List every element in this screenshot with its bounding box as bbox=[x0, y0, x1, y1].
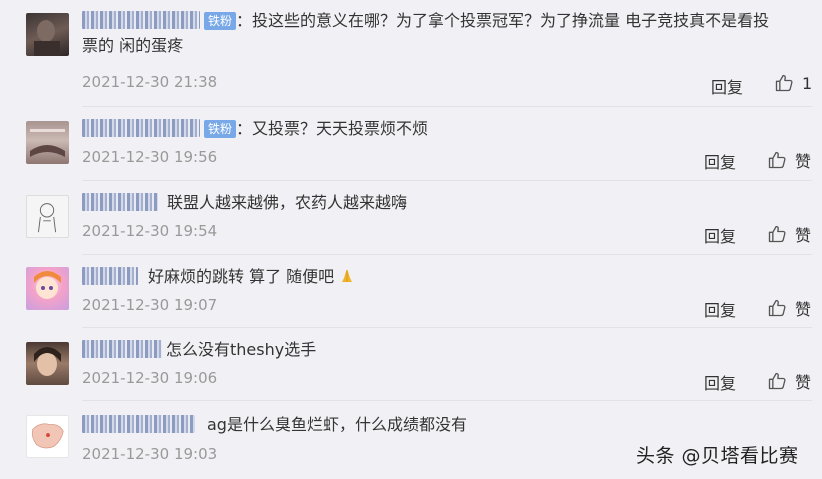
like-label: 赞 bbox=[795, 226, 812, 245]
like-label: 赞 bbox=[795, 152, 812, 171]
thumbs-up-icon bbox=[767, 298, 787, 318]
comment-text: 联盟人越来越佛，农药人越来越嗨 bbox=[82, 190, 802, 215]
reply-button[interactable]: 回复 bbox=[711, 74, 743, 98]
comment-text: 铁粉 ：又投票？天天投票烦不烦 bbox=[82, 116, 802, 141]
avatar[interactable] bbox=[26, 267, 69, 310]
thumbs-up-icon bbox=[767, 150, 787, 170]
fan-badge: 铁粉 bbox=[204, 120, 237, 138]
comment-item: 好麻烦的跳转 算了 随便吧 2021-12-30 19:07 回复 赞 bbox=[0, 255, 822, 328]
praying-hands-icon bbox=[339, 266, 355, 282]
comment-body: 怎么没有theshy选手 bbox=[166, 340, 317, 359]
comment-body: 联盟人越来越佛，农药人越来越嗨 bbox=[167, 193, 408, 212]
timestamp: 2021-12-30 19:54 bbox=[82, 222, 218, 240]
comment-body: 好麻烦的跳转 算了 随便吧 bbox=[148, 267, 335, 286]
like-count: 1 bbox=[802, 73, 813, 93]
avatar[interactable] bbox=[26, 415, 69, 458]
timestamp: 2021-12-30 19:56 bbox=[82, 148, 218, 166]
reply-button[interactable]: 回复 bbox=[704, 297, 736, 321]
comment-body: ：又投票？天天投票烦不烦 bbox=[236, 119, 429, 138]
username[interactable] bbox=[82, 119, 200, 137]
comment-text: 怎么没有theshy选手 bbox=[82, 337, 802, 362]
avatar[interactable] bbox=[26, 342, 69, 385]
comment-item: 铁粉 ：又投票？天天投票烦不烦 2021-12-30 19:56 回复 赞 bbox=[0, 107, 822, 181]
watermark: 头条 @贝塔看比赛 bbox=[636, 445, 799, 467]
like-label: 赞 bbox=[795, 300, 812, 319]
timestamp: 2021-12-30 19:07 bbox=[82, 296, 218, 314]
timestamp: 2021-12-30 21:38 bbox=[82, 73, 218, 91]
username[interactable] bbox=[82, 415, 195, 433]
timestamp: 2021-12-30 19:03 bbox=[82, 445, 218, 463]
username[interactable] bbox=[82, 11, 200, 29]
thumbs-up-icon bbox=[767, 371, 787, 391]
like-button[interactable]: 赞 bbox=[767, 296, 811, 320]
like-label: 赞 bbox=[795, 373, 812, 392]
avatar[interactable] bbox=[26, 195, 69, 238]
comment-item: 联盟人越来越佛，农药人越来越嗨 2021-12-30 19:54 回复 赞 bbox=[0, 181, 822, 255]
thumbs-up-icon bbox=[774, 73, 794, 93]
like-button[interactable]: 赞 bbox=[767, 148, 811, 172]
comment-text: ag是什么臭鱼烂虾，什么成绩都没有 bbox=[82, 412, 802, 437]
username[interactable] bbox=[82, 340, 162, 358]
reply-button[interactable]: 回复 bbox=[704, 149, 736, 173]
reply-button[interactable]: 回复 bbox=[704, 223, 736, 247]
timestamp: 2021-12-30 19:06 bbox=[82, 369, 218, 387]
username[interactable] bbox=[82, 193, 158, 211]
fan-badge: 铁粉 bbox=[204, 12, 237, 30]
comment-item: 怎么没有theshy选手 2021-12-30 19:06 回复 赞 bbox=[0, 328, 822, 401]
avatar[interactable] bbox=[26, 13, 69, 56]
comment-body: ag是什么臭鱼烂虾，什么成绩都没有 bbox=[207, 415, 467, 434]
like-button[interactable]: 赞 bbox=[767, 369, 811, 393]
avatar[interactable] bbox=[26, 121, 69, 164]
reply-button[interactable]: 回复 bbox=[704, 370, 736, 394]
like-button[interactable]: 赞 bbox=[767, 222, 811, 246]
comment-item: 铁粉 ：投这些的意义在哪？为了拿个投票冠军？为了挣流量 电子竞技真不是看投 票的 … bbox=[0, 0, 822, 107]
comment-body-continued: 票的 闲的蛋疼 bbox=[82, 36, 184, 55]
comment-body: ：投这些的意义在哪？为了拿个投票冠军？为了挣流量 电子竞技真不是看投 bbox=[236, 11, 770, 30]
username[interactable] bbox=[82, 267, 138, 285]
comment-text: 铁粉 ：投这些的意义在哪？为了拿个投票冠军？为了挣流量 电子竞技真不是看投 票的 … bbox=[82, 8, 802, 58]
comment-text: 好麻烦的跳转 算了 随便吧 bbox=[82, 264, 802, 289]
like-button[interactable]: 1 bbox=[774, 73, 812, 93]
thumbs-up-icon bbox=[767, 224, 787, 244]
